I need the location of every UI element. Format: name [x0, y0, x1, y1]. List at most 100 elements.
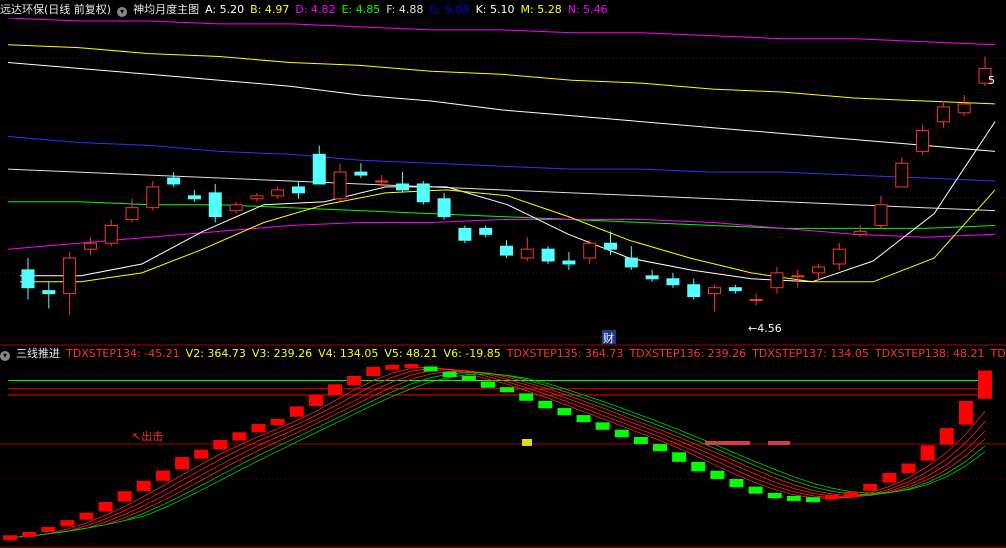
indicator-value-k: K: 5.10 [475, 3, 515, 16]
candle [208, 192, 222, 218]
candle [624, 257, 638, 268]
indicator-value-b: B: 4.97 [250, 3, 290, 16]
candle [354, 171, 368, 176]
exit-label: ↖出击 [132, 429, 163, 443]
candle [604, 242, 618, 250]
indicator-value-a: A: 5.20 [205, 3, 245, 16]
candle [936, 106, 950, 123]
sub-indicator-value: TDX [990, 347, 1006, 360]
step-bar [270, 418, 285, 426]
ma-line-m [7, 44, 996, 105]
candle [291, 186, 305, 194]
candle [957, 103, 971, 114]
step-bar [805, 497, 820, 503]
ma-line-k [7, 62, 996, 152]
step-line [9, 371, 986, 539]
candle [42, 290, 56, 295]
step-bar [672, 452, 687, 462]
candle [271, 189, 285, 197]
indicator-value-d: D: 4.82 [295, 3, 336, 16]
step-bar [595, 422, 610, 430]
candle [728, 287, 742, 292]
step-bar [3, 535, 17, 541]
candle [520, 248, 534, 259]
step-bar [557, 408, 572, 416]
sub-indicator-value: TDXSTEP136: 239.26 [629, 347, 747, 360]
candle [832, 248, 846, 265]
sub-chart-header: ▾ 三线推进 TDXSTEP134: -45.21 V2: 364.73 V3: 239… [0, 346, 1006, 362]
candle [770, 272, 784, 289]
step-bar [958, 401, 973, 425]
candle [229, 204, 243, 212]
step-bar [442, 371, 457, 378]
step-bar [786, 495, 801, 501]
step-bar [710, 470, 725, 479]
step-bar [194, 449, 209, 459]
three-line-chart[interactable]: ↖出击 [0, 364, 1006, 548]
step-bar [328, 384, 342, 396]
step-bar [653, 444, 667, 452]
step-bar [98, 501, 113, 512]
step-bar [136, 480, 151, 492]
step-bar [385, 364, 400, 370]
candle [104, 224, 118, 244]
step-bar [576, 415, 591, 423]
candle [458, 227, 472, 241]
candle [874, 204, 888, 226]
step-bar [939, 428, 954, 445]
low-price-label: ←4.56 [748, 322, 782, 335]
indicator-value-g: G: 5.00 [429, 3, 470, 16]
main-chart-header: 远达环保(日线 前复权) ▾ 神均月度主图 A: 5.20 B: 4.97 D: 4.82… [0, 2, 1006, 18]
step-bar [500, 387, 515, 393]
ma-line-a [20, 121, 996, 283]
high-price-label: 5 [988, 74, 995, 87]
candlestick-chart[interactable]: ←4.56 5 财 [0, 18, 1006, 346]
ma-line-g [7, 136, 996, 182]
ma-line-d [7, 219, 996, 250]
sub-indicator-value: V3: 239.26 [251, 347, 313, 360]
indicator-value-n: N: 5.46 [567, 3, 608, 16]
indicator-name[interactable]: 神均月度主图 [133, 3, 199, 16]
candle [187, 195, 201, 200]
step-bar [844, 491, 859, 497]
sub-indicator-value: TDXSTEP135: 364.73 [506, 347, 624, 360]
step-bar [117, 491, 132, 502]
step-bar [155, 470, 170, 481]
step-bar [978, 370, 992, 399]
settings-toggle-icon[interactable]: ▾ [117, 7, 128, 17]
sub-indicator-value: TDXSTEP134: -45.21 [66, 347, 180, 360]
candle [416, 183, 430, 203]
step-bar [519, 393, 534, 401]
sub-indicator-value: TDXSTEP137: 134.05 [752, 347, 869, 360]
candle [395, 183, 409, 191]
step-bar [614, 429, 629, 438]
step-line [9, 366, 986, 539]
candle [853, 230, 867, 235]
step-bar [825, 494, 840, 500]
symbol-title[interactable]: 远达环保(日线 前复权) [0, 3, 111, 16]
settings-toggle-icon[interactable]: ▾ [0, 351, 10, 361]
step-bar [691, 461, 706, 472]
step-bar [213, 439, 228, 450]
candle [479, 227, 493, 235]
sub-indicator-value: TDXSTEP138: 48.21 [874, 347, 985, 360]
step-bar [232, 432, 247, 441]
step-bar [461, 375, 476, 381]
step-bar [767, 492, 782, 499]
candle [645, 275, 659, 280]
step-bar [289, 406, 304, 417]
step-bar [729, 478, 744, 488]
step-bar [308, 394, 323, 406]
candle [83, 242, 97, 250]
candle [437, 198, 451, 218]
step-bar [79, 512, 94, 520]
indicator-value-m: M: 5.28 [520, 3, 562, 16]
sub-indicator-name[interactable]: 三线推进 [16, 347, 60, 360]
candle [541, 248, 555, 262]
step-bar [366, 366, 381, 376]
candle [916, 130, 930, 152]
step-line [9, 370, 986, 539]
candle [167, 177, 181, 185]
step-bar [633, 437, 648, 445]
candle [375, 180, 389, 183]
